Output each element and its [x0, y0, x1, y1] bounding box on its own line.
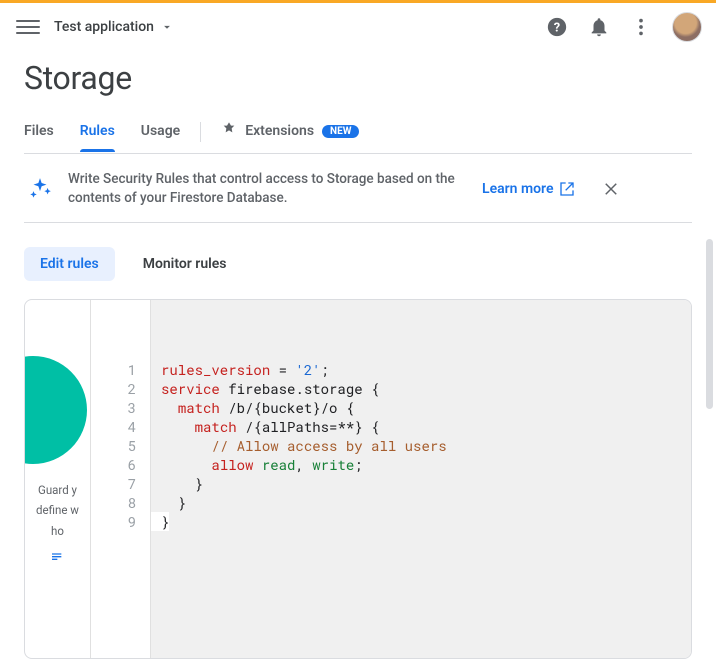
illustration-circle: [25, 356, 87, 464]
security-banner: Write Security Rules that control access…: [24, 170, 692, 223]
top-bar: Test application ?: [0, 3, 716, 51]
tab-usage[interactable]: Usage: [141, 113, 180, 151]
lineno: 6: [91, 455, 136, 474]
extensions-icon: [221, 121, 237, 141]
info-rail: Guard y define w ho: [25, 300, 91, 658]
rail-text-1: Guard y: [25, 480, 90, 501]
chevron-down-icon: [160, 20, 174, 34]
learn-more-link[interactable]: Learn more: [482, 181, 575, 197]
rail-text-2: define w: [25, 500, 90, 521]
lineno: 9: [91, 512, 136, 531]
help-icon[interactable]: ?: [546, 16, 568, 38]
lineno: 1: [91, 360, 136, 379]
lineno: 7: [91, 474, 136, 493]
menu-icon[interactable]: [16, 15, 40, 39]
code-editor[interactable]: rules_version = '2'; service firebase.st…: [151, 300, 691, 658]
section-tabs: Files Rules Usage Extensions NEW: [24, 111, 692, 154]
tab-files[interactable]: Files: [24, 113, 54, 151]
rail-text-3: ho: [25, 521, 90, 542]
lineno: 8: [91, 493, 136, 512]
lineno: 4: [91, 417, 136, 436]
rules-subtabs: Edit rules Monitor rules: [24, 247, 692, 281]
svg-text:?: ?: [554, 21, 560, 36]
bell-icon[interactable]: [588, 16, 610, 38]
learn-more-label: Learn more: [482, 181, 553, 197]
overflow-icon[interactable]: [630, 16, 652, 38]
banner-text: Write Security Rules that control access…: [68, 170, 468, 208]
editor-card: Guard y define w ho 1 2 3 4 5 6 7 8 9 ru…: [24, 299, 692, 659]
open-icon: [559, 181, 575, 197]
avatar[interactable]: [672, 12, 702, 42]
new-badge: NEW: [322, 125, 359, 138]
subtab-monitor[interactable]: Monitor rules: [127, 247, 243, 281]
line-gutter: 1 2 3 4 5 6 7 8 9: [91, 300, 151, 658]
rail-link-icon[interactable]: [25, 550, 90, 570]
lineno: 5: [91, 436, 136, 455]
page-title: Storage: [24, 59, 692, 97]
scrollbar[interactable]: [706, 239, 713, 409]
lineno: 2: [91, 379, 136, 398]
tab-extensions-label: Extensions: [245, 123, 314, 139]
project-name: Test application: [54, 19, 154, 35]
tab-rules[interactable]: Rules: [80, 113, 115, 151]
subtab-edit[interactable]: Edit rules: [24, 247, 115, 281]
tab-extensions[interactable]: Extensions NEW: [221, 111, 359, 153]
lineno: 3: [91, 398, 136, 417]
tab-divider: [200, 122, 201, 142]
project-selector[interactable]: Test application: [54, 19, 174, 35]
sparkle-icon: [26, 175, 54, 203]
close-icon[interactable]: [601, 179, 621, 199]
